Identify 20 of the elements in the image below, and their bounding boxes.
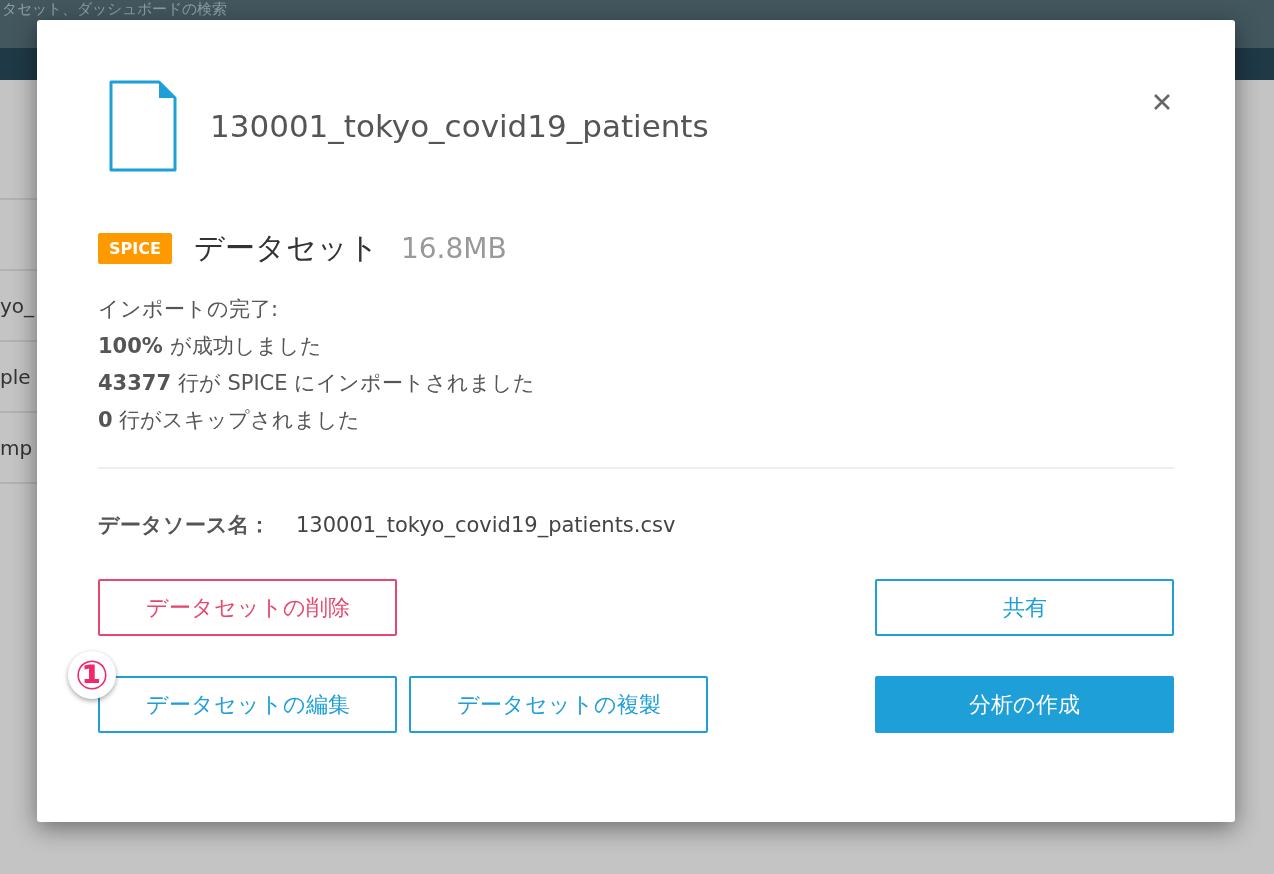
import-status-line: 0 行がスキップされました (98, 407, 362, 434)
action-button[interactable]: データセットの複製 (409, 676, 708, 733)
close-icon[interactable] (1152, 92, 1172, 112)
file-icon (109, 80, 177, 172)
action-button[interactable]: データセットの削除 (98, 579, 397, 636)
import-status-line: 43377 行が SPICE にインポートされました (98, 370, 537, 397)
data-source-name: 130001_tokyo_covid19_patients.csv (296, 513, 676, 537)
dataset-size: 16.8MB (400, 232, 507, 265)
step-marker: ① (68, 651, 116, 699)
action-button[interactable]: 分析の作成 (875, 676, 1174, 733)
action-button[interactable]: 共有 (875, 579, 1174, 636)
table-cell: mp (0, 435, 33, 460)
import-status-line: 100% が成功しました (98, 333, 323, 360)
table-cell: ple (0, 364, 31, 389)
table-cell: yo_ (0, 293, 35, 318)
data-source-label: データソース名： (98, 512, 270, 539)
dataset-title: 130001_tokyo_covid19_patients (210, 108, 709, 144)
spice-badge: SPICE (98, 233, 172, 264)
import-status-line: インポートの完了: (98, 296, 280, 323)
dataset-label: データセット (193, 229, 379, 267)
